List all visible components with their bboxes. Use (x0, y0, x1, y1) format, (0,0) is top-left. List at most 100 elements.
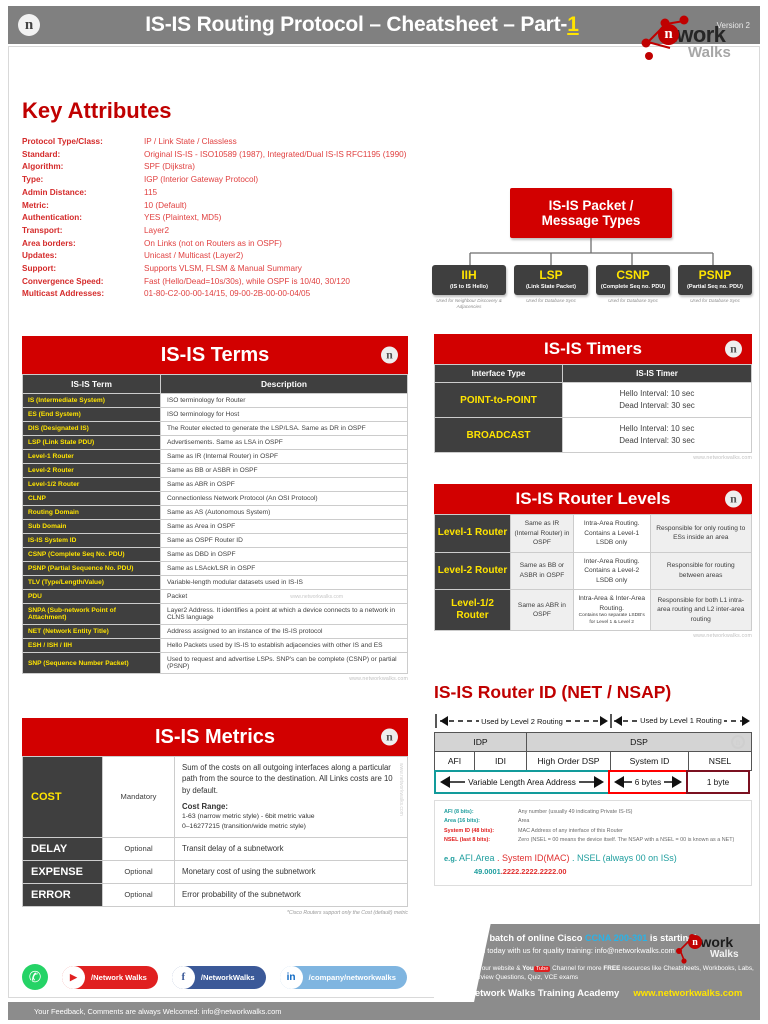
column-header-interface-type: Interface Type (434, 364, 563, 383)
key-attribute-value: Supports VLSM, FLSM & Manual Summary (144, 264, 302, 274)
facebook-link[interactable]: f/NetworkWalks (171, 965, 266, 989)
linkedin-link[interactable]: in/company/networkwalks (279, 965, 407, 989)
column-header-description: Description (160, 374, 408, 394)
description-text: Layer2 Address. It identifies a point at… (167, 607, 395, 621)
watermark: www.networkwalks.com (693, 633, 752, 640)
description-text: Variable-length modular datasets used in… (167, 579, 303, 586)
description-text: Same as BB or ASBR in OSPF (167, 467, 258, 474)
metric-description: Error probability of the subnetwork (182, 890, 301, 900)
description-text: Packet (167, 593, 188, 600)
responsibility-cell: Responsible for routing between areas (649, 551, 752, 591)
table-row: Level-2 Router Same as BB or ASBR in OSPF (22, 463, 408, 478)
metric-description-cell: Sum of the costs on all outgoing interfa… (174, 756, 408, 838)
inline-watermark: www.networkwalks.com (290, 593, 343, 600)
metric-optionality-cell: Mandatory (102, 756, 175, 838)
legend-key: System ID (48 bits): (444, 827, 495, 834)
promo-free-label: FREE (603, 965, 621, 972)
page-title: IS-IS Routing Protocol – Cheatsheet – Pa… (50, 13, 674, 37)
promo-logo: etwork n Walks (670, 932, 752, 966)
term-cell: Level-1/2 Router (22, 477, 161, 492)
key-attribute-label: Updates: (22, 251, 58, 261)
legend-row: System ID (48 bits): MAC Address of any i… (444, 827, 742, 836)
router-levels-table: Level-1 Router Same as IR (Internal Route… (434, 514, 752, 632)
whatsapp-icon[interactable]: ✆ (22, 964, 48, 990)
arrow-level1: Used by Level 1 Routing (610, 710, 752, 732)
table-row: Sub Domain Same as Area in OSPF (22, 519, 408, 534)
nsap-row-idp-dsp: IDP DSP n (434, 732, 752, 752)
packet-type-chip: CSNP (Complete Seq no. PDU) (596, 265, 670, 295)
table-row: CLNP Connectionless Network Protocol (An … (22, 491, 408, 506)
packet-types-diagram: IS-IS Packet / Message Types IIH (IS to I… (432, 188, 752, 316)
legend-key: AFI (8 bits): (444, 809, 474, 815)
nsap-span-area-address: Variable Length Area Address (434, 770, 610, 794)
description-text: Advertisements. Same as LSA in OSPF (167, 439, 283, 446)
isis-metrics-body: COST Mandatory Sum of the costs on all out… (22, 756, 408, 907)
nsap-cell-nsel: NSEL (688, 751, 752, 771)
term-cell: CSNP (Complete Seq No. PDU) (22, 547, 161, 562)
timer-cell: Hello Interval: 10 sec Dead Interval: 30 … (562, 417, 752, 453)
promo-course-code: CCNA 200-301 (584, 933, 648, 943)
key-attributes-heading: Key Attributes (22, 98, 172, 123)
metrics-footnote: *Cisco Routers support only the Cost (de… (286, 909, 408, 916)
nsap-span-1-byte: 1 byte (686, 770, 750, 794)
promo-website-url[interactable]: www.networkwalks.com (633, 988, 742, 999)
header-logo: n (8, 14, 50, 36)
network-walks-icon: n (731, 735, 745, 749)
table-row: LSP (Link State PDU) Advertisements. Same… (22, 435, 408, 450)
interface-type-cell: BROADCAST (434, 417, 563, 453)
isis-timers-table: Interface Type IS-IS Timer POINT-to-POIN… (434, 364, 752, 453)
network-walks-icon: n (725, 490, 742, 508)
metric-description-cell: Error probability of the subnetwork (174, 882, 408, 907)
network-walks-icon: n (381, 346, 398, 364)
term-cell: SNP (Sequence Number Packet) (22, 652, 161, 674)
key-attribute-label: Area borders: (22, 238, 76, 248)
description-text: Same as Area in OSPF (167, 523, 236, 530)
packet-type-subtitle: (Link State Packet) (525, 283, 577, 290)
term-cell: PDU (22, 589, 161, 604)
isis-terms-table: IS-IS Term Description IS (Intermediate … (22, 374, 408, 674)
dead-interval: Dead Interval: 30 sec (619, 436, 695, 445)
table-row: SNP (Sequence Number Packet) Used to requ… (22, 652, 408, 674)
nsap-example: e.g. AFI.Area . System ID(MAC) . NSEL (a… (444, 853, 742, 863)
promo-line1-a: New batch of online Cisco (468, 933, 585, 943)
key-attribute-row: Area borders: On Links (not on Routers as… (22, 238, 422, 251)
promo-line3-a: Visit our website & (468, 965, 523, 972)
term-cell: SNPA (Sub-network Point of Attachment) (22, 603, 161, 625)
cheatsheet-page: n IS-IS Routing Protocol – Cheatsheet – … (0, 0, 768, 1024)
youtube-link[interactable]: ▶ /Network Walks (62, 965, 158, 989)
description-cell: Variable-length modular datasets used in… (160, 575, 408, 590)
key-attribute-label: Admin Distance: (22, 187, 87, 197)
nsap-cell-system-id: System ID (610, 751, 689, 771)
metric-name-cell: COST (22, 756, 103, 838)
promo-line3-b: Channel for more (550, 965, 604, 972)
table-row: DIS (Designated IS) The Router elected to… (22, 421, 408, 436)
table-row: EXPENSE Optional Monetary cost of using th… (22, 859, 408, 884)
term-cell: ES (End System) (22, 407, 161, 422)
description-cell: Hello Packets used by IS-IS to establish… (160, 638, 408, 653)
isis-timers-body: POINT-to-POINT Hello Interval: 10 sec Dead… (434, 382, 752, 453)
packet-type-chip: IIH (IS to IS Hello) (432, 265, 506, 295)
key-attribute-row: Updates: Unicast / Multicast (Layer2) (22, 250, 422, 263)
term-cell: TLV (Type/Length/Value) (22, 575, 161, 590)
packet-type-box: CSNP (Complete Seq no. PDU) Used for Datab… (596, 265, 670, 310)
routing-scope-cell: Inter-Area Routing. Contains a Level-2 L… (572, 551, 651, 591)
nsap-span-area-address-label: Variable Length Area Address (465, 777, 579, 787)
term-cell: DIS (Designated IS) (22, 421, 161, 436)
dead-interval: Dead Interval: 30 sec (619, 401, 695, 410)
table-row: Level-1 Router Same as IR (Internal Route… (22, 449, 408, 464)
packet-type-subtitle: (IS to IS Hello) (450, 283, 488, 290)
cost-range-narrow: 1-63 (narrow metric style) - 6bit metric… (182, 813, 315, 821)
network-walks-icon: n (18, 14, 40, 36)
cost-range-wide: 0–16277215 (transition/wide metric style… (182, 823, 306, 831)
key-attribute-row: Algorithm: SPF (Dijkstra) (22, 161, 422, 174)
key-attribute-row: Standard: Original IS-IS - ISO10589 (1987… (22, 149, 422, 162)
routing-scope-text: Intra-Area & Inter-Area Routing. (578, 595, 646, 612)
nsap-example-value-id: .2222.2222.2222.00 (500, 866, 567, 876)
isis-metrics-table: COST Mandatory Sum of the costs on all out… (22, 756, 408, 907)
description-cell: Same as ABR in OSPF (160, 477, 408, 492)
legend-row: AFI (8 bits): Any number (usually 49 indi… (444, 808, 742, 817)
legend-value: MAC Address of any interface of this Rou… (518, 827, 623, 834)
description-cell: ISO terminology for Host (160, 407, 408, 422)
metric-name-cell: EXPENSE (22, 859, 103, 884)
key-attribute-label: Metric: (22, 200, 49, 210)
